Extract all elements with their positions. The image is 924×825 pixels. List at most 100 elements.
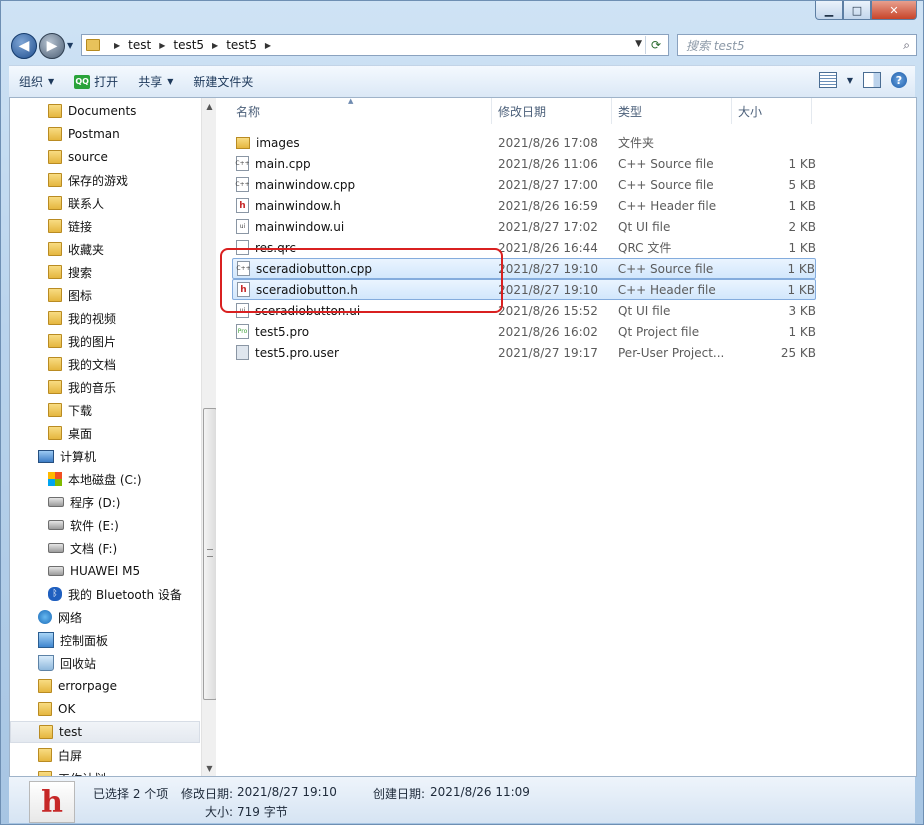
file-date: 2021/8/27 17:02 <box>498 219 598 234</box>
column-header-type[interactable]: 类型 <box>612 98 732 124</box>
file-row[interactable]: test5.pro.user 2021/8/27 19:17 Per-User Pr… <box>232 342 816 363</box>
file-size: 1 KB <box>787 261 816 276</box>
sidebar-item-label: 回收站 <box>60 656 97 671</box>
file-name: sceradiobutton.cpp <box>256 261 373 276</box>
cpp-file-icon: C++ <box>235 177 250 192</box>
file-row[interactable]: images 2021/8/26 17:08 文件夹 <box>232 132 816 153</box>
sidebar-item[interactable]: 我的图片 <box>10 330 200 352</box>
file-date: 2021/8/27 17:00 <box>498 177 598 192</box>
file-row[interactable]: ui mainwindow.ui 2021/8/27 17:02 Qt UI file… <box>232 216 816 237</box>
caption-buttons: ▁ □ ✕ <box>815 1 917 21</box>
sidebar-item[interactable]: 链接 <box>10 215 200 237</box>
sidebar-item[interactable]: 下载 <box>10 399 200 421</box>
sidebar-item[interactable]: 计算机 <box>10 445 200 467</box>
sidebar-item[interactable]: 保存的游戏 <box>10 169 200 191</box>
sidebar-item[interactable]: 回收站 <box>10 652 200 674</box>
close-button[interactable]: ✕ <box>871 1 917 20</box>
sidebar-item[interactable]: 我的视频 <box>10 307 200 329</box>
header-file-icon: h <box>41 784 63 820</box>
file-row[interactable]: C++ sceradiobutton.cpp 2021/8/27 19:10 C++ … <box>232 258 816 279</box>
sidebar-item[interactable]: 文档 (F:) <box>10 537 200 559</box>
scroll-thumb[interactable] <box>203 408 216 700</box>
sidebar-item[interactable]: 软件 (E:) <box>10 514 200 536</box>
preview-pane-icon[interactable] <box>863 72 881 88</box>
back-button[interactable]: ◀ <box>11 33 37 59</box>
sidebar-item[interactable]: 控制面板 <box>10 629 200 651</box>
file-row[interactable]: h sceradiobutton.h 2021/8/27 19:10 C++ Head… <box>232 279 816 300</box>
folder-icon <box>48 173 62 187</box>
sidebar-item[interactable]: OK <box>10 698 200 720</box>
file-row[interactable]: ui sceradiobutton.ui 2021/8/26 15:52 Qt UI … <box>232 300 816 321</box>
column-header-size[interactable]: 大小 <box>732 98 812 124</box>
address-bar[interactable]: ▶ test ▶ test5 ▶ test5 ▶ ▼ ⟳ <box>81 34 669 56</box>
sidebar-item[interactable]: 网络 <box>10 606 200 628</box>
file-row[interactable]: Pro test5.pro 2021/8/26 16:02 Qt Project fi… <box>232 321 816 342</box>
file-row[interactable]: res.qrc 2021/8/26 16:44 QRC 文件 1 KB <box>232 237 816 258</box>
new-folder-button[interactable]: 新建文件夹 <box>183 66 263 97</box>
sidebar-item-label: 程序 (D:) <box>70 495 121 510</box>
open-label: 打开 <box>94 75 119 89</box>
view-dropdown-icon[interactable]: ▼ <box>847 76 853 85</box>
search-input[interactable]: 搜索 test5 ⌕ <box>677 34 917 56</box>
open-button[interactable]: QQ 打开 <box>64 66 128 97</box>
file-name: sceradiobutton.ui <box>255 303 361 318</box>
file-name: images <box>256 135 300 150</box>
sidebar-item[interactable]: Documents <box>10 100 200 122</box>
sidebar-item[interactable]: errorpage <box>10 675 200 697</box>
file-row[interactable]: h mainwindow.h 2021/8/26 16:59 C++ Header f… <box>232 195 816 216</box>
file-date: 2021/8/26 16:44 <box>498 240 598 255</box>
sidebar-item[interactable]: 图标 <box>10 284 200 306</box>
sidebar-item-label: 图标 <box>68 288 93 303</box>
share-button[interactable]: 共享 ▼ <box>128 66 183 97</box>
chevron-right-icon[interactable]: ▶ <box>159 41 165 50</box>
minimize-button[interactable]: ▁ <box>815 1 843 20</box>
nav-scrollbar[interactable]: ▲ ▼ <box>201 98 216 776</box>
folder-icon <box>48 127 62 141</box>
sidebar-item[interactable]: 收藏夹 <box>10 238 200 260</box>
file-name: sceradiobutton.h <box>256 282 358 297</box>
sidebar-item[interactable]: test <box>10 721 200 743</box>
column-header-name[interactable]: ▲ 名称 <box>220 97 492 124</box>
file-thumbnail: h <box>29 781 75 823</box>
refresh-button[interactable]: ⟳ <box>645 36 666 54</box>
sidebar-item[interactable]: 桌面 <box>10 422 200 444</box>
chevron-right-icon[interactable]: ▶ <box>265 41 271 50</box>
sidebar-item-label: 软件 (E:) <box>70 518 119 533</box>
organize-button[interactable]: 组织 ▼ <box>9 66 64 97</box>
sidebar-item[interactable]: HUAWEI M5 <box>10 560 200 582</box>
sidebar-item[interactable]: 我的音乐 <box>10 376 200 398</box>
drive-icon <box>48 497 64 507</box>
help-icon[interactable]: ? <box>891 72 907 88</box>
scroll-down-icon[interactable]: ▼ <box>202 760 216 776</box>
details-pane: h 已选择 2 个项 修改日期: 2021/8/27 19:10 创建日期: 2… <box>9 777 915 823</box>
column-header-date[interactable]: 修改日期 <box>492 98 612 124</box>
sidebar-item[interactable]: 程序 (D:) <box>10 491 200 513</box>
breadcrumb-test5-current[interactable]: test5 <box>226 38 257 52</box>
blank-file-icon <box>236 240 249 255</box>
maximize-button[interactable]: □ <box>843 1 871 20</box>
sidebar-item[interactable]: 工作计划 <box>10 767 200 776</box>
sidebar-item[interactable]: 白屏 <box>10 744 200 766</box>
file-row[interactable]: C++ mainwindow.cpp 2021/8/27 17:00 C++ Sour… <box>232 174 816 195</box>
file-name-cell: C++ main.cpp <box>232 156 498 171</box>
sidebar-item[interactable]: ᛒ 我的 Bluetooth 设备 <box>10 583 200 605</box>
sidebar-item[interactable]: 联系人 <box>10 192 200 214</box>
breadcrumb-test[interactable]: test <box>128 38 151 52</box>
scroll-up-icon[interactable]: ▲ <box>202 98 216 114</box>
search-icon[interactable]: ⌕ <box>903 38 910 53</box>
folder-icon <box>48 265 62 279</box>
sidebar-item[interactable]: 本地磁盘 (C:) <box>10 468 200 490</box>
recycle-icon <box>38 655 54 671</box>
address-dropdown-icon[interactable]: ▼ <box>635 39 642 49</box>
sidebar-item[interactable]: 我的文档 <box>10 353 200 375</box>
file-row[interactable]: C++ main.cpp 2021/8/26 11:06 C++ Source fil… <box>232 153 816 174</box>
sidebar-item[interactable]: Postman <box>10 123 200 145</box>
chevron-right-icon[interactable]: ▶ <box>212 41 218 50</box>
forward-button[interactable]: ▶ <box>39 33 65 59</box>
sidebar-item[interactable]: 搜索 <box>10 261 200 283</box>
breadcrumb-test5[interactable]: test5 <box>173 38 204 52</box>
view-options-icon[interactable] <box>818 72 837 88</box>
sidebar-item[interactable]: source <box>10 146 200 168</box>
share-label: 共享 <box>138 75 163 89</box>
recent-pages-dropdown[interactable]: ▼ <box>67 41 73 50</box>
